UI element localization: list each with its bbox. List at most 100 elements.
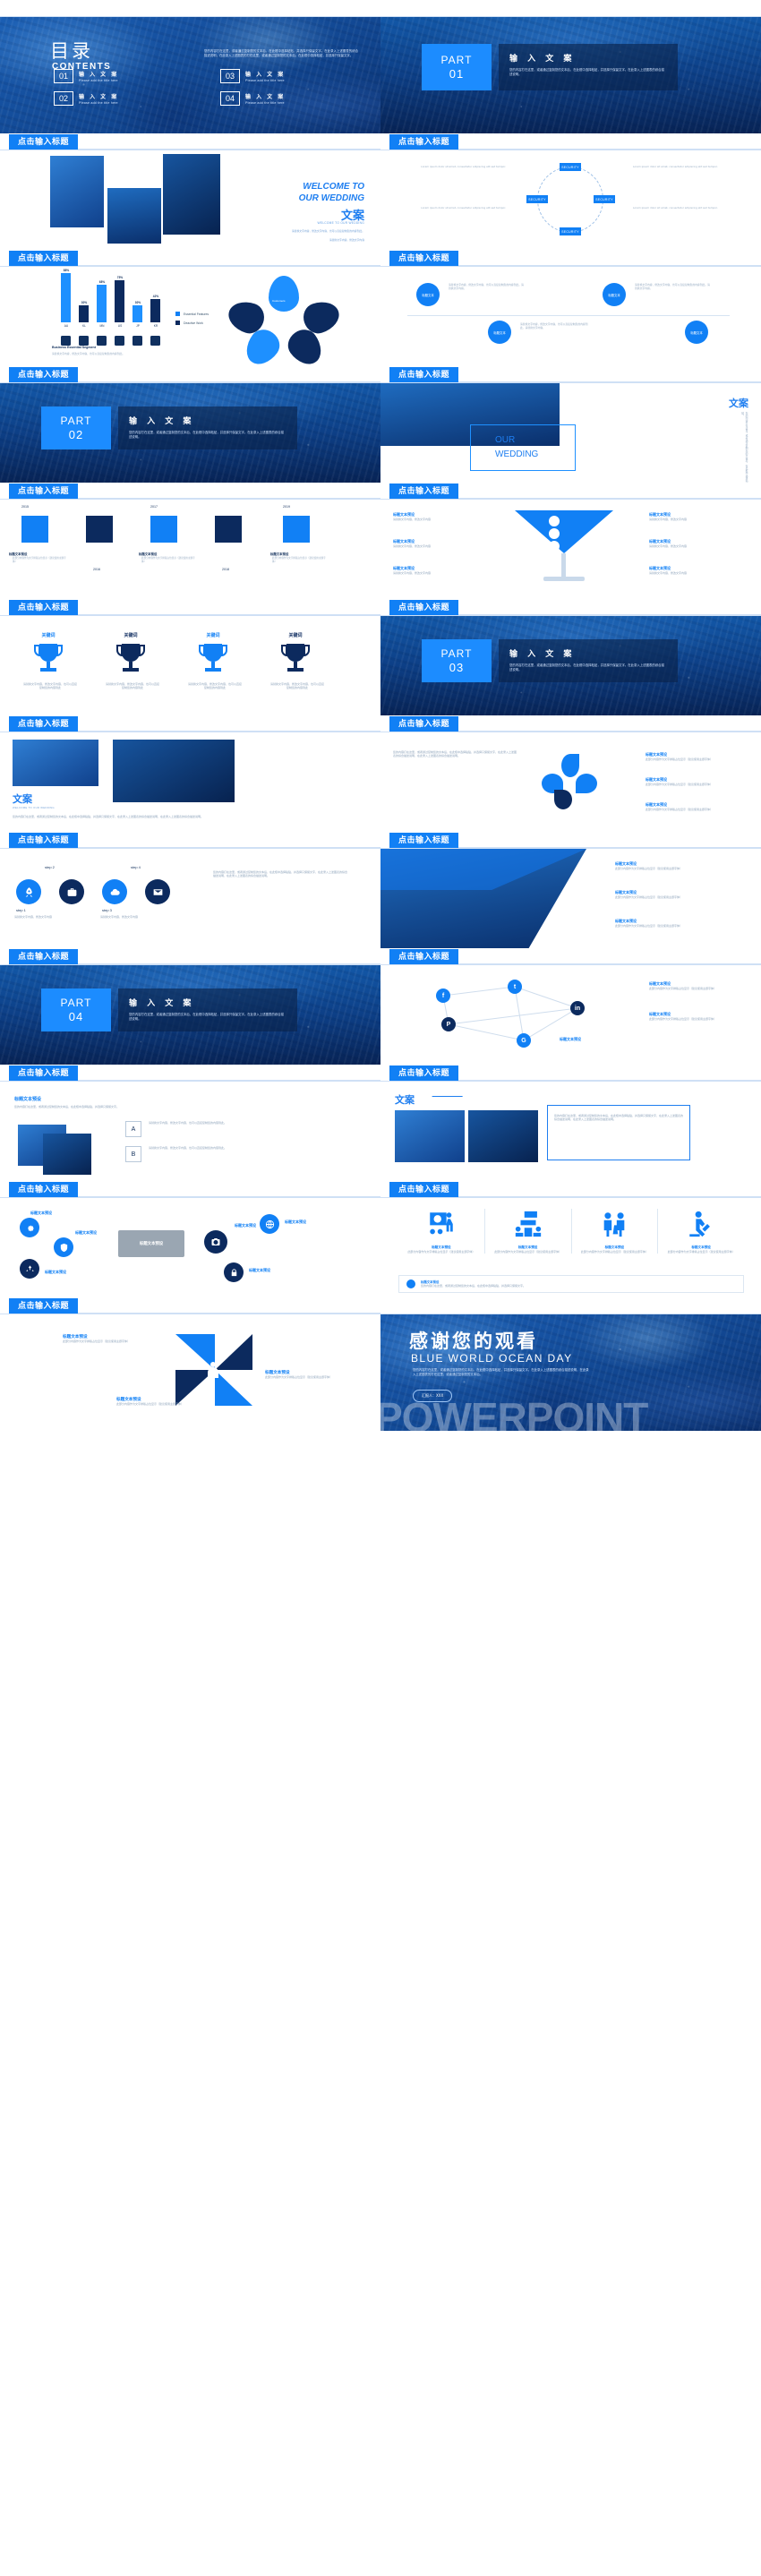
tab-label[interactable]: 点击输入标题 <box>9 367 79 382</box>
slide-thumb-our-wedding[interactable]: 点击输入标题 OUR WEDDING 文案 您的内容打在这里，或者通过复制您的文… <box>380 366 761 483</box>
globe-icon[interactable] <box>260 1214 279 1234</box>
tab-label[interactable]: 点击输入标题 <box>9 484 79 499</box>
timeline-flag-4[interactable] <box>215 516 242 543</box>
tab-label[interactable]: 点击输入标题 <box>9 134 79 150</box>
leaves-item-3: 标题文本预设 此部分内容作为文字排版占位显示（建议使用主题字体） <box>646 802 723 811</box>
shield-icon[interactable] <box>54 1237 73 1257</box>
slide-thumb-photos[interactable]: 点击输入标题 文案 WELCOME TO OUR WEDDING 您的内容打在这… <box>0 715 380 832</box>
social-icon-google[interactable]: G <box>517 1033 531 1048</box>
slide-deck: 目录 CONTENTS 您的内容打在这里，或者通过复制您的文本后，在此框中选择粘… <box>0 0 761 1431</box>
tab-label[interactable]: 点击输入标题 <box>389 716 459 732</box>
social-icon-linkedin[interactable]: in <box>570 1001 585 1015</box>
slide-thumb-icon-grid[interactable]: 点击输入标题 标题文本预设 标题文本预设 标题文本预设 标题文本预设 标题文本预… <box>0 1181 380 1297</box>
petal-customers[interactable] <box>269 276 299 312</box>
step-icon-mail[interactable] <box>145 879 170 904</box>
tab-label[interactable]: 点击输入标题 <box>9 1065 79 1081</box>
gear-icon[interactable] <box>20 1218 39 1237</box>
contents-item-03[interactable]: 03 输 入 文 案 Please add the title here <box>220 69 285 83</box>
step-icon-rocket[interactable] <box>16 879 41 904</box>
tab-label[interactable]: 点击输入标题 <box>9 716 79 732</box>
tab-label[interactable]: 点击输入标题 <box>389 600 459 615</box>
tab-label[interactable]: 点击输入标题 <box>389 484 459 499</box>
tab-label[interactable]: 点击输入标题 <box>9 833 79 848</box>
funnel-icon-2[interactable] <box>549 528 560 539</box>
leaf-icon-right[interactable] <box>576 774 597 793</box>
slide-thumb-pinwheel[interactable]: 点击输入标题 标题文本预设 此部分内容作为文字排版占位显示（建议使用主题字体） … <box>0 1297 380 1431</box>
social-icon-facebook[interactable]: f <box>436 988 450 1003</box>
part-heading: 输 入 文 案 <box>129 999 195 1008</box>
slide-thumb-part-02[interactable]: 点击输入标题 PART 02 输 入 文 案 您的内容打在这里，或者通过复制您的… <box>0 366 380 483</box>
tab-label[interactable]: 点击输入标题 <box>389 833 459 848</box>
slide-thumb-bubbles[interactable]: 点击输入标题 标题文本 标题文本 标题文本 标题文本 请替换文字内容，修改文字内… <box>380 250 761 366</box>
slide-thumb-thanks[interactable]: 感谢您的观看 BLUE WORLD OCEAN DAY 您的内容打在这里，或者通… <box>380 1297 761 1431</box>
camera-icon[interactable] <box>204 1230 227 1254</box>
slide-welcome: WELCOME TO OUR WEDDING 文案 WELCOME TO OUR… <box>0 150 380 250</box>
tab-label[interactable]: 点击输入标题 <box>9 251 79 266</box>
slide-thumb-contents[interactable]: 目录 CONTENTS 您的内容打在这里，或者通过复制您的文本后，在此框中选择粘… <box>0 0 380 133</box>
timeline-flag-3[interactable] <box>150 516 177 543</box>
tab-label[interactable]: 点击输入标题 <box>389 134 459 150</box>
security-badge-top[interactable]: SECURITY <box>560 163 581 171</box>
slide-thumb-part-04[interactable]: 点击输入标题 PART 04 输 入 文 案 您的内容打在这里，或者通过复制您的… <box>0 948 380 1065</box>
ab-key-a[interactable]: A <box>125 1121 141 1137</box>
slide-thumb-funnel[interactable]: 点击输入标题 标题文本预设 请替换文字内容，修改文字内容 标题文本预设 请替换文… <box>380 483 761 599</box>
tab-label[interactable]: 点击输入标题 <box>389 367 459 382</box>
timeline-flag-2[interactable] <box>86 516 113 543</box>
slide-thumb-welcome[interactable]: 点击输入标题 WELCOME TO OUR WEDDING 文案 WELCOME… <box>0 133 380 250</box>
slide-thumb-ab-list[interactable]: 点击输入标题 标题文本预设 您的内容打在这里，或者通过复制您的文本后，在此框中选… <box>0 1065 380 1181</box>
step-icon-cloud[interactable] <box>102 879 127 904</box>
people-col-1[interactable]: 标题文本预设 此部分内容作为文字排版占位显示（建议使用主题字体） <box>398 1209 485 1254</box>
people-col-4[interactable]: 标题文本预设 此部分内容作为文字排版占位显示（建议使用主题字体） <box>658 1209 744 1254</box>
slide-funnel: 标题文本预设 请替换文字内容，修改文字内容 标题文本预设 请替换文字内容，修改文… <box>380 500 761 599</box>
timeline-flag-1[interactable] <box>21 516 48 543</box>
slide-thumb-part-01[interactable]: PART 01 输 入 文 案 您的内容打在这里，或者通过复制您的文本后，在此框… <box>380 0 761 133</box>
bubble-node-2[interactable]: 标题文本 <box>488 321 511 344</box>
slide-thumb-people[interactable]: 点击输入标题 标题文本预设 此部分内容作为文字排版占位显示（建议使用主题字体） … <box>380 1181 761 1297</box>
slide-thumb-trophies[interactable]: 点击输入标题 关键词 请替换文字内容，修改文字内容，也可以直接复制您的内容到此 … <box>0 599 380 715</box>
slide-thumb-chart[interactable]: 点击输入标题 88% AU 30% KL 68% MN 75% US 30% JP 42% KR Es… <box>0 250 380 366</box>
slide-thumb-outline-photos[interactable]: 点击输入标题 文案 您的内容打在这里，或者通过复制您的文本后，在此框中选择粘贴，… <box>380 1065 761 1181</box>
bubble-node-3[interactable]: 标题文本 <box>603 283 626 306</box>
tab-label[interactable]: 点击输入标题 <box>389 1182 459 1197</box>
security-badge-left[interactable]: SECURITY <box>526 195 548 203</box>
tab-label[interactable]: 点击输入标题 <box>389 251 459 266</box>
contents-item-04[interactable]: 04 输 入 文 案 Please add the title here <box>220 91 285 106</box>
tab-label[interactable]: 点击输入标题 <box>9 600 79 615</box>
leaf-icon-top[interactable] <box>561 754 579 777</box>
slide-thumb-part-03[interactable]: 点击输入标题 PART 03 输 入 文 案 您的内容打在这里，或者通过复制您的… <box>380 599 761 715</box>
slide-thumb-steps[interactable]: 点击输入标题 step 2 step 4 step 1 step 3 请替换文字… <box>0 832 380 948</box>
tab-label[interactable]: 点击输入标题 <box>9 1298 79 1314</box>
social-icon-pinterest[interactable]: P <box>441 1017 456 1031</box>
growth-icon <box>689 1211 711 1237</box>
tab-label[interactable]: 点击输入标题 <box>389 1065 459 1081</box>
security-badge-bottom[interactable]: SECURITY <box>560 227 581 235</box>
timeline-flag-5[interactable] <box>283 516 310 543</box>
social-icon-twitter[interactable]: t <box>508 980 522 994</box>
security-badge-right[interactable]: SECURITY <box>594 195 615 203</box>
slide-thumb-circle[interactable]: 点击输入标题 SECURITY SECURITY SECURITY SECURI… <box>380 133 761 250</box>
slide-thumb-social[interactable]: 点击输入标题 f t in G P 标题文本预设 此部分内容作为文字排版占位显示… <box>380 948 761 1065</box>
part-heading: 输 入 文 案 <box>509 55 576 64</box>
tab-label[interactable]: 点击输入标题 <box>9 949 79 964</box>
funnel-icon-3[interactable] <box>549 541 560 552</box>
recycle-icon[interactable] <box>20 1259 39 1279</box>
contents-label-03: 输 入 文 案 <box>245 72 286 78</box>
ab-key-b[interactable]: B <box>125 1146 141 1162</box>
step-icon-briefcase[interactable] <box>59 879 84 904</box>
tabbar-part03: 点击输入标题 <box>380 599 761 616</box>
contents-item-02[interactable]: 02 输 入 文 案 Please add the title here <box>54 91 118 106</box>
slide-thumb-timeline[interactable]: 点击输入标题 2015 2016 2017 2018 2019 标题文本预设 标… <box>0 483 380 599</box>
tabbar-funnel: 点击输入标题 <box>380 483 761 500</box>
lock-icon[interactable] <box>224 1262 244 1282</box>
people-col-3[interactable]: 标题文本预设 此部分内容作为文字排版占位显示（建议使用主题字体） <box>572 1209 659 1254</box>
people-col-2[interactable]: 标题文本预设 此部分内容作为文字排版占位显示（建议使用主题字体） <box>485 1209 572 1254</box>
tab-label[interactable]: 点击输入标题 <box>389 949 459 964</box>
slide-thumb-leaves[interactable]: 点击输入标题 您的内容打在这里，或者通过复制您的文本后，在此框中选择粘贴，并选择… <box>380 715 761 832</box>
bubble-node-1[interactable]: 标题文本 <box>416 283 440 306</box>
tab-label[interactable]: 点击输入标题 <box>9 1182 79 1197</box>
slide-thumb-diagonal[interactable]: 点击输入标题 标题文本预设 此部分内容作为文字排版占位显示（建议使用主题字体） … <box>380 832 761 948</box>
contents-item-01[interactable]: 01 输 入 文 案 Please add the title here <box>54 69 118 83</box>
leaf-icon-bottom[interactable] <box>554 790 572 809</box>
funnel-icon-1[interactable] <box>549 516 560 526</box>
bubble-node-4[interactable]: 标题文本 <box>685 321 708 344</box>
